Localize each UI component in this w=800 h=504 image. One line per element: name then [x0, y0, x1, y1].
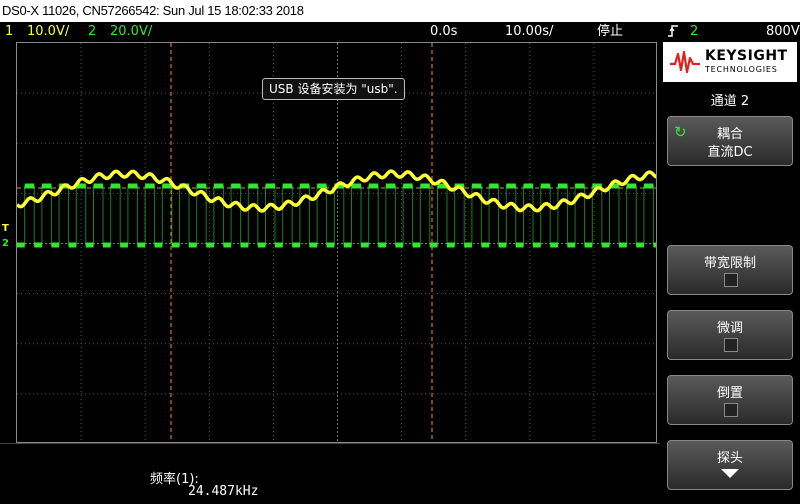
- ch2-number[interactable]: 2: [88, 22, 96, 42]
- status-bar: 1 10.0V/ 2 20.0V/ 0.0s 10.00s/ 停止 2 800V: [0, 22, 800, 42]
- bandwidth-limit-label: 带宽限制: [703, 256, 756, 271]
- invert-checkbox[interactable]: [724, 403, 738, 417]
- trigger-edge-icon: [667, 22, 679, 42]
- time-scale[interactable]: 10.00s/: [505, 22, 553, 42]
- coupling-label: 耦合: [716, 127, 743, 142]
- ch1-scale[interactable]: 10.0V/: [27, 22, 69, 42]
- run-state: 停止: [597, 24, 624, 39]
- waveform-canvas: [17, 43, 656, 442]
- coupling-softkey[interactable]: ↻ 耦合 直流DC: [667, 116, 793, 166]
- trigger-level[interactable]: 800V: [766, 22, 800, 42]
- time-position[interactable]: 0.0s: [430, 22, 457, 42]
- down-arrow-icon: [721, 469, 739, 478]
- measurement-bar: 频率(1): 24.487kHz: [0, 443, 660, 504]
- brand-sub: TECHNOLOGIES: [705, 65, 778, 74]
- coupling-value: 直流DC: [707, 145, 753, 160]
- ch2-scale[interactable]: 20.0V/: [110, 22, 152, 42]
- ch1-number[interactable]: 1: [5, 22, 13, 42]
- fine-label: 微调: [716, 321, 743, 336]
- invert-label: 倒置: [716, 386, 743, 401]
- title-text: DS0-X 11026, CN57266542: Sun Jul 15 18:0…: [2, 3, 304, 18]
- softkey-panel: KEYSIGHT TECHNOLOGIES 通道 2 ↻ 耦合 直流DC 带宽限…: [660, 42, 800, 503]
- title-bar: DS0-X 11026, CN57266542: Sun Jul 15 18:0…: [0, 0, 800, 22]
- keysight-wave-icon: [670, 50, 700, 74]
- keysight-logo: KEYSIGHT TECHNOLOGIES: [663, 42, 797, 82]
- brand-name: KEYSIGHT: [705, 48, 788, 64]
- invert-softkey[interactable]: 倒置: [667, 375, 793, 425]
- trigger-channel[interactable]: 2: [690, 22, 698, 42]
- bandwidth-limit-softkey[interactable]: 带宽限制: [667, 245, 793, 295]
- usb-notice: USB 设备安装为 "usb".: [262, 78, 405, 100]
- fine-softkey[interactable]: 微调: [667, 310, 793, 360]
- ch1-ground-marker[interactable]: T: [2, 223, 9, 234]
- probe-softkey[interactable]: 探头: [667, 440, 793, 490]
- measurement-value: 24.487kHz: [188, 484, 259, 499]
- bandwidth-limit-checkbox[interactable]: [724, 273, 738, 287]
- probe-label: 探头: [716, 451, 743, 466]
- ch2-ground-marker[interactable]: 2: [2, 238, 9, 249]
- waveform-display[interactable]: [16, 42, 657, 443]
- fine-checkbox[interactable]: [724, 338, 738, 352]
- menu-title: 通道 2: [710, 94, 750, 109]
